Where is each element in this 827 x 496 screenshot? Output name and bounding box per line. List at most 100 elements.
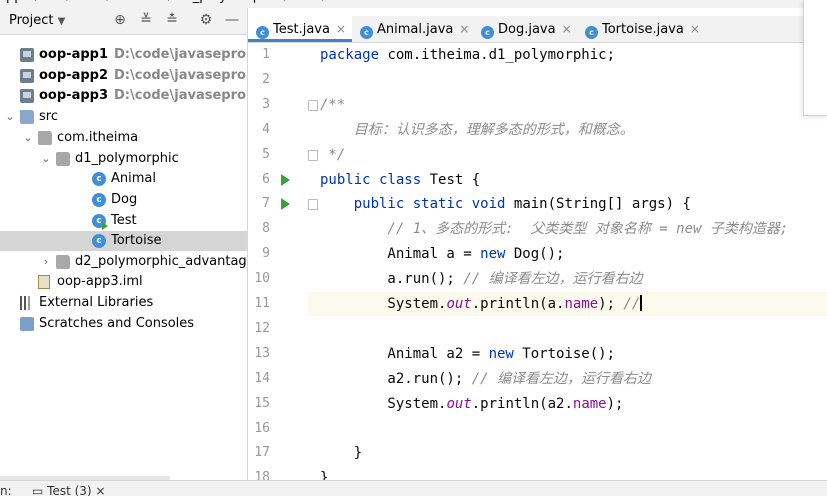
code-token: name — [564, 296, 599, 312]
tree-item[interactable]: c Dog — [0, 190, 247, 210]
tree-item[interactable]: oop-app2 D:\code\javasepro136\java — [0, 66, 247, 86]
tree-item[interactable]: ⌄ com.itheima — [0, 128, 247, 148]
code-line[interactable]: System.out.println(a2.name); — [320, 392, 623, 416]
line-number: 16 — [254, 420, 270, 436]
chevron-down-icon[interactable]: ⌄ — [40, 149, 52, 169]
tab-animal-java[interactable]: c Animal.java × — [352, 16, 473, 42]
collapse-all-icon[interactable]: ≛ — [164, 12, 180, 28]
fold-icon[interactable] — [308, 199, 318, 211]
tree-item-label: oop-app3.iml — [57, 272, 143, 292]
tab-dog-java[interactable]: c Dog.java × — [473, 16, 577, 42]
code-token: Test { — [429, 171, 481, 188]
breadcrumb-item[interactable]: src — [43, 0, 62, 4]
tree-item[interactable]: › d2_polymorphic_advantage — [0, 252, 247, 272]
tab-label: Test.java — [273, 22, 330, 37]
breadcrumb-item[interactable]: itheima — [115, 0, 164, 4]
run-icon[interactable] — [281, 173, 290, 186]
expand-all-icon[interactable]: ≚ — [138, 12, 154, 28]
module-icon — [20, 89, 34, 103]
tree-item[interactable]: ⌄ src — [0, 107, 247, 127]
breadcrumb-separator: / — [322, 0, 326, 4]
tree-item-name: oop-app3.iml — [57, 274, 143, 289]
code-line[interactable]: a2.run(); // 编译看左边，运行看右边 — [320, 367, 651, 391]
breadcrumb-item[interactable]: main — [330, 0, 362, 4]
tree-item[interactable]: External Libraries — [0, 293, 247, 313]
run-label: n: — [0, 484, 12, 496]
tree-item[interactable]: ⌄ d1_polymorphic — [0, 149, 247, 169]
run-tab[interactable]: ▭ Test (3) × — [32, 484, 106, 496]
code-line[interactable]: /** — [320, 93, 345, 117]
code-editor[interactable]: 1 2 3 4 5 6 7 8 9 10 11 12 13 14 15 16 17 18 package com.… — [248, 43, 827, 480]
close-icon[interactable]: × — [562, 22, 572, 36]
tree-item-path: D:\code\javasepro136\java — [114, 68, 247, 83]
tree-item-label: Scratches and Consoles — [39, 314, 194, 334]
code-line[interactable]: a.run(); // 编译看左边，运行看右边 — [320, 267, 643, 291]
locate-icon[interactable]: ⊕ — [112, 12, 128, 28]
code-line[interactable]: System.out.println(a.name); // — [308, 292, 827, 316]
text-cursor — [640, 295, 643, 311]
code-token: a2.run(); — [320, 370, 472, 387]
code-token: } — [320, 470, 329, 480]
code-line[interactable]: } — [320, 466, 328, 480]
code-line[interactable]: */ — [320, 143, 345, 167]
code-token: a.run(); — [320, 271, 464, 288]
code-line[interactable]: Animal a = new Dog(); — [320, 242, 564, 266]
fold-icon[interactable] — [308, 99, 318, 111]
code-token: Animal a2 = — [320, 345, 489, 362]
code-token: public — [320, 196, 413, 213]
chevron-right-icon[interactable]: › — [40, 252, 52, 272]
line-number: 6 — [262, 171, 270, 187]
tab-label: Animal.java — [377, 22, 454, 37]
hide-panel-icon[interactable]: — — [224, 12, 240, 28]
tree-item-name: Test — [111, 213, 137, 228]
code-token: .println(a. — [471, 296, 565, 312]
code-line[interactable]: package com.itheima.d1_polymorphic; — [320, 43, 615, 67]
console-icon: ▭ — [32, 484, 48, 496]
line-number: 4 — [262, 121, 270, 137]
project-title: Project — [9, 13, 54, 28]
fold-icon[interactable] — [308, 149, 318, 161]
code-line[interactable]: 目标：认识多态，理解多态的形式，和概念。 — [320, 118, 634, 142]
tree-item-label: d2_polymorphic_advantage — [75, 252, 247, 272]
tree-item-name: External Libraries — [39, 295, 154, 310]
close-icon[interactable]: × — [95, 484, 105, 496]
tree-item[interactable]: Scratches and Consoles — [0, 314, 247, 334]
module-icon — [20, 69, 34, 83]
tree-item[interactable]: oop-app1 D:\code\javasepro136\java — [0, 45, 247, 65]
breadcrumb: app3/src/com/itheima/d1_polymorphic/Test… — [0, 0, 827, 8]
breadcrumb-item[interactable]: com — [75, 0, 103, 4]
tree-item[interactable]: c Test — [0, 211, 247, 231]
line-number: 3 — [262, 96, 270, 112]
breadcrumb-item[interactable]: Test — [292, 0, 318, 4]
project-tool-window: Project ▼ ⊕ ≚ ≛ ⚙ — oop-app1 D:\code\java… — [0, 8, 248, 495]
tree-item[interactable]: oop-app3.iml — [0, 272, 247, 292]
gear-icon[interactable]: ⚙ — [198, 12, 214, 28]
tree-item[interactable]: c Animal — [0, 169, 247, 189]
breadcrumb-item[interactable]: d1_polymorphic — [176, 0, 280, 4]
tree-item[interactable]: oop-app3 D:\code\javasepro136\java — [0, 86, 247, 106]
code-token: 目标：认识多态，理解多态的形式，和概念。 — [320, 121, 634, 138]
code-line[interactable]: public class Test { — [320, 168, 480, 192]
chevron-down-icon[interactable]: ⌄ — [22, 128, 34, 148]
line-number: 10 — [254, 271, 270, 287]
libraries-icon — [20, 296, 34, 310]
close-icon[interactable]: × — [690, 22, 700, 36]
tree-item-label: oop-app2 D:\code\javasepro136\java — [39, 66, 247, 86]
close-icon[interactable]: × — [459, 22, 469, 36]
code-line[interactable]: // 1、多态的形式: 父类类型 对象名称 = new 子类构造器; — [320, 217, 788, 241]
close-icon[interactable]: × — [336, 22, 346, 36]
breadcrumb-item[interactable]: app3 — [0, 0, 31, 4]
breadcrumb-separator: / — [35, 0, 39, 4]
chevron-down-icon[interactable]: ⌄ — [4, 107, 16, 127]
tab-test-java[interactable]: c Test.java × — [248, 16, 352, 42]
package-icon — [56, 152, 70, 166]
code-line[interactable]: Animal a2 = new Tortoise(); — [320, 342, 615, 366]
code-line[interactable]: public static void main(String[] args) { — [320, 192, 691, 216]
run-icon[interactable] — [281, 198, 290, 211]
code-token: // 编译看左边，运行看右边 — [463, 271, 643, 288]
package-icon — [38, 131, 52, 145]
tree-item[interactable]: c Tortoise — [0, 231, 247, 251]
code-line[interactable]: } — [320, 441, 362, 465]
tab-tortoise-java[interactable]: c Tortoise.java × — [577, 16, 700, 42]
project-view-selector[interactable]: Project ▼ — [9, 13, 65, 28]
